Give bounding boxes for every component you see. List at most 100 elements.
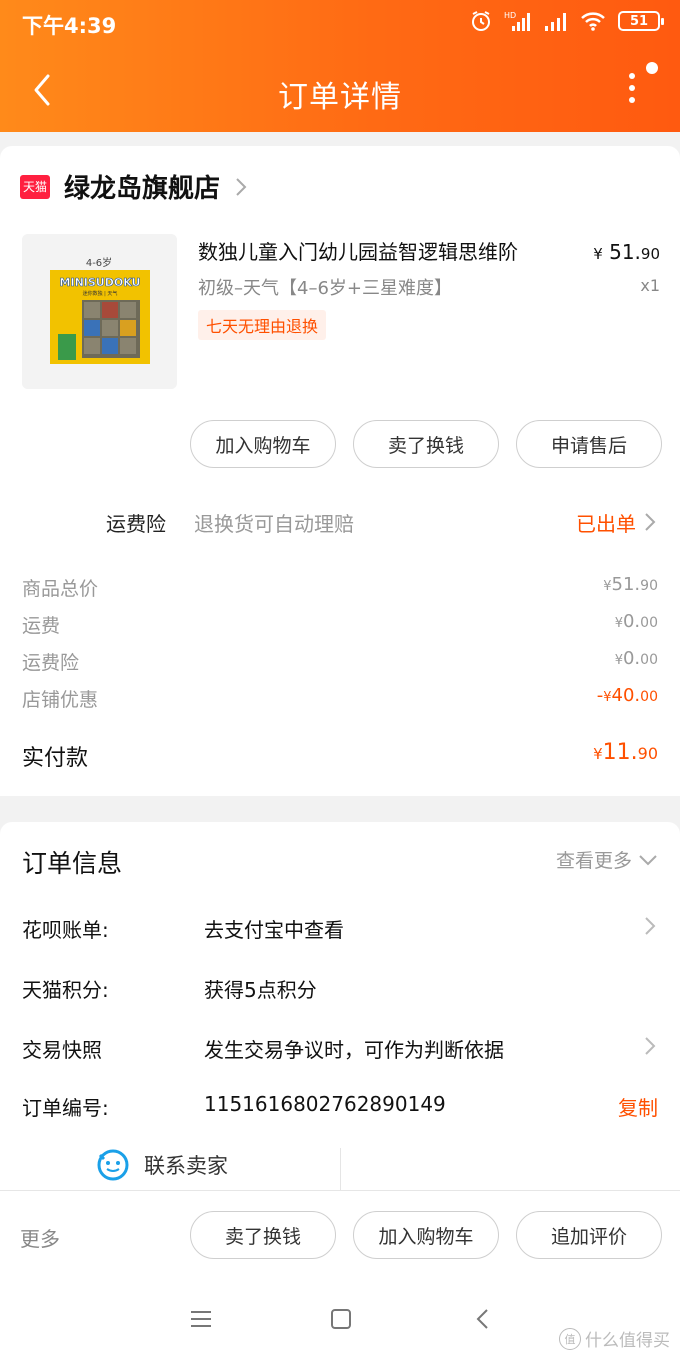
fee-row-discount: 店铺优惠 -¥40.00 xyxy=(0,685,680,715)
info-label-points: 天猫积分: xyxy=(22,978,109,1002)
shipping-insurance-row[interactable]: 运费险 退换货可自动理赔 已出单 xyxy=(0,496,680,546)
fee-dec: 00 xyxy=(640,615,658,631)
fee-label: 运费险 xyxy=(22,652,80,674)
page-title: 订单详情 xyxy=(278,80,402,115)
shop-name: 绿龙岛旗舰店 xyxy=(64,174,221,204)
info-label-order-number: 订单编号: xyxy=(22,1096,109,1120)
product-image[interactable]: 4-6岁 MINISUDOKU 迷你数独 | 天气 xyxy=(22,234,177,389)
chevron-right-icon xyxy=(236,177,247,196)
fee-int: 40. xyxy=(611,685,641,706)
contact-seller-button[interactable]: 联系卖家 xyxy=(96,1148,228,1182)
fee-dec: 00 xyxy=(640,652,658,668)
chevron-right-icon[interactable] xyxy=(644,1036,656,1056)
bottom-action-bar: 更多 卖了换钱 加入购物车 追加评价 xyxy=(0,1190,680,1278)
wifi-icon xyxy=(581,12,605,31)
total-symbol: ¥ xyxy=(593,745,603,763)
sudoku-box-image: 4-6岁 MINISUDOKU 迷你数独 | 天气 xyxy=(22,234,177,389)
fee-value: -¥40.00 xyxy=(597,685,658,706)
home-icon[interactable] xyxy=(328,1306,354,1332)
total-label: 实付款 xyxy=(22,746,89,771)
svg-text:HD: HD xyxy=(504,11,516,20)
fee-int: 51. xyxy=(611,574,641,595)
price-integer: 51. xyxy=(609,240,641,264)
insurance-status: 已出单 xyxy=(576,512,636,536)
product-quantity: x1 xyxy=(640,276,660,295)
divider xyxy=(340,1148,341,1190)
view-more-button[interactable]: 查看更多 xyxy=(556,846,658,873)
status-time: 下午4:39 xyxy=(22,14,117,38)
watermark: 值 什么值得买 xyxy=(559,1326,670,1351)
menu-icon[interactable] xyxy=(188,1306,214,1332)
tmall-logo: 天猫 xyxy=(20,174,50,199)
fee-symbol: ¥ xyxy=(614,653,623,668)
fee-symbol: ¥ xyxy=(603,579,612,594)
product-price: ¥ 51.90 xyxy=(593,240,660,264)
more-actions-button[interactable]: 更多 xyxy=(20,1223,60,1252)
fee-symbol: ¥ xyxy=(603,690,612,705)
fee-label: 运费 xyxy=(22,615,61,637)
product-sku: 初级–天气【4–6岁+三星难度】 xyxy=(198,278,452,299)
hd-signal-icon: HD xyxy=(504,11,530,31)
status-bar: 下午4:39 HD 51 xyxy=(0,0,680,48)
info-value-points: 获得5点积分 xyxy=(204,978,317,1002)
fee-label: 店铺优惠 xyxy=(22,689,99,711)
product-image-age: 4-6岁 xyxy=(86,256,112,269)
total-int: 11. xyxy=(602,740,638,765)
insurance-label: 运费险 xyxy=(106,512,166,536)
back-nav-icon[interactable] xyxy=(470,1306,496,1332)
info-value-huabei[interactable]: 去支付宝中查看 xyxy=(204,914,344,943)
watermark-badge: 值 xyxy=(559,1327,581,1350)
fee-dec: 90 xyxy=(640,578,658,594)
fee-row-insurance: 运费险 ¥0.00 xyxy=(0,648,680,678)
fee-value: ¥51.90 xyxy=(603,574,658,595)
fee-row-subtotal: 商品总价 ¥51.90 xyxy=(0,574,680,604)
product-image-subtitle: 迷你数独 | 天气 xyxy=(83,290,118,297)
view-more-label: 查看更多 xyxy=(555,850,632,872)
add-review-button[interactable]: 追加评价 xyxy=(516,1211,662,1259)
fee-int: 0. xyxy=(622,648,641,669)
price-decimal: 90 xyxy=(640,245,660,263)
signal-icon xyxy=(545,13,566,31)
return-policy-badge: 七天无理由退换 xyxy=(198,310,327,340)
chevron-right-icon xyxy=(645,513,656,531)
battery-level: 51 xyxy=(629,13,649,29)
insurance-desc: 退换货可自动理赔 xyxy=(194,512,354,536)
order-card: 天猫 绿龙岛旗舰店 4-6岁 MINISUDOKU 迷你数独 | 天气 数独儿童… xyxy=(0,146,680,796)
chat-bubble-icon xyxy=(97,1149,129,1181)
order-info-section: 订单信息 查看更多 花呗账单: 去支付宝中查看 天猫积分: 获得5点积分 交易快… xyxy=(0,822,680,1190)
product-name[interactable]: 数独儿童入门幼儿园益智逻辑思维阶 xyxy=(198,236,518,265)
alarm-icon xyxy=(472,11,490,31)
notification-dot xyxy=(646,62,658,74)
product-image-title: MINISUDOKU xyxy=(60,276,141,289)
contact-seller-label: 联系卖家 xyxy=(144,1154,228,1178)
fee-row-shipping: 运费 ¥0.00 xyxy=(0,611,680,641)
chevron-down-icon xyxy=(639,854,657,865)
copy-button[interactable]: 复制 xyxy=(618,1092,658,1121)
resell-button[interactable]: 卖了换钱 xyxy=(190,1211,336,1259)
total-value: ¥11.90 xyxy=(593,740,658,765)
fee-dec: 00 xyxy=(640,689,658,705)
after-sales-button[interactable]: 申请售后 xyxy=(516,420,662,468)
fee-symbol: ¥ xyxy=(614,616,623,631)
battery-icon: 51 xyxy=(618,11,664,31)
fee-value: ¥0.00 xyxy=(615,648,658,669)
total-dec: 90 xyxy=(637,744,658,763)
add-to-cart-button[interactable]: 加入购物车 xyxy=(353,1211,499,1259)
shop-link[interactable]: 天猫 绿龙岛旗舰店 xyxy=(20,168,248,205)
info-label-snapshot: 交易快照 xyxy=(22,1038,102,1062)
chevron-right-icon[interactable] xyxy=(644,916,656,936)
sudoku-grid xyxy=(82,300,140,358)
add-to-cart-button[interactable]: 加入购物车 xyxy=(190,420,336,468)
system-nav-bar: 值 什么值得买 xyxy=(0,1278,680,1360)
info-value-snapshot[interactable]: 发生交易争议时，可作为判断依据 xyxy=(204,1034,504,1063)
order-info-title: 订单信息 xyxy=(22,849,123,878)
fee-value: ¥0.00 xyxy=(615,611,658,632)
status-icons: HD 51 xyxy=(470,10,664,32)
watermark-text: 什么值得买 xyxy=(585,1331,670,1351)
order-number: 1151616802762890149 xyxy=(204,1092,446,1116)
price-symbol: ¥ xyxy=(593,245,603,263)
header: 下午4:39 HD 51 订单详情 xyxy=(0,0,680,132)
fee-int: 0. xyxy=(622,611,641,632)
resell-button[interactable]: 卖了换钱 xyxy=(353,420,499,468)
info-label-huabei: 花呗账单: xyxy=(22,918,109,942)
